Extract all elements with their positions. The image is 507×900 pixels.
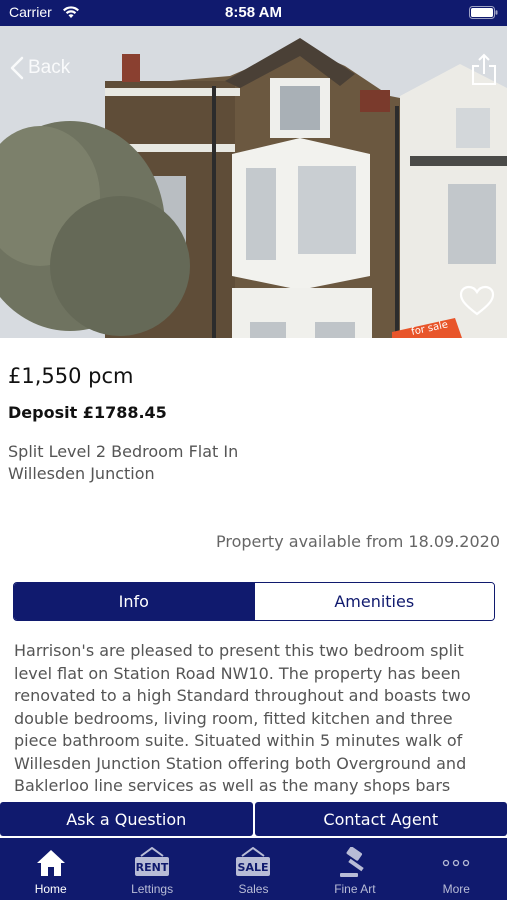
- gavel-icon: [339, 847, 364, 877]
- ask-question-button[interactable]: Ask a Question: [0, 802, 253, 836]
- back-button[interactable]: Back: [10, 56, 70, 80]
- contact-agent-button[interactable]: Contact Agent: [254, 802, 507, 836]
- tabbar-label: Lettings: [131, 882, 174, 896]
- battery-icon: [469, 6, 498, 19]
- status-bar: Carrier 8:58 AM: [0, 0, 507, 26]
- property-description: Harrison's are pleased to present this t…: [14, 641, 471, 795]
- clock: 8:58 AM: [225, 4, 282, 21]
- property-photo[interactable]: for sale Back: [0, 26, 507, 338]
- house-icon: [36, 850, 65, 876]
- tab-bar: Home RENT Lettings SALE Sales Fine Art M…: [0, 838, 507, 900]
- availability-date: Property available from 18.09.2020: [215, 532, 500, 551]
- rent-sign-text: RENT: [136, 861, 169, 874]
- tabbar-item-sales[interactable]: SALE Sales: [203, 838, 304, 900]
- price: £1,550 pcm: [8, 364, 134, 388]
- tabbar-label: Fine Art: [334, 882, 376, 896]
- info-tabs: Info Amenities: [13, 582, 495, 621]
- tabbar-label: More: [442, 882, 470, 896]
- deposit: Deposit £1788.45: [8, 403, 167, 422]
- sale-sign-icon: SALE: [236, 847, 271, 876]
- tabbar-item-lettings[interactable]: RENT Lettings: [101, 838, 202, 900]
- property-title: Split Level 2 Bedroom Flat In Willesden …: [8, 442, 239, 483]
- tabbar-label: Home: [34, 882, 67, 896]
- sale-sign-text: SALE: [238, 861, 269, 874]
- more-dots-icon: [443, 859, 470, 867]
- house-photo-illustration: for sale: [0, 26, 507, 338]
- tab-info[interactable]: Info: [14, 583, 254, 620]
- tabbar-item-home[interactable]: Home: [0, 838, 101, 900]
- action-bar: Ask a Question Contact Agent: [0, 802, 507, 836]
- back-label: Back: [28, 57, 71, 78]
- tabbar-item-more[interactable]: More: [406, 838, 507, 900]
- tab-amenities[interactable]: Amenities: [253, 583, 494, 620]
- tabbar-item-fine-art[interactable]: Fine Art: [304, 838, 405, 900]
- rent-sign-icon: RENT: [135, 847, 170, 876]
- share-icon[interactable]: [470, 52, 498, 86]
- chevron-left-icon: [10, 56, 24, 80]
- heart-icon[interactable]: [459, 285, 495, 317]
- tabbar-label: Sales: [238, 882, 269, 896]
